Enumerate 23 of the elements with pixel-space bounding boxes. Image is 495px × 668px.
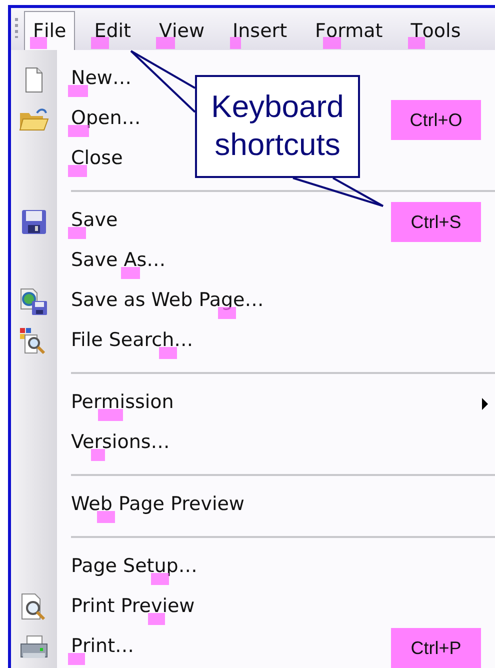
menu-item[interactable]: New… <box>68 66 134 98</box>
menu-bar-item[interactable]: View <box>150 11 214 50</box>
menu-item[interactable]: Close <box>68 146 126 178</box>
menu-item[interactable]: Versions… <box>68 430 173 462</box>
menu-item[interactable]: Print Preview <box>68 594 198 626</box>
menu-bar-item[interactable]: File <box>24 11 76 50</box>
menu-item[interactable]: Save <box>68 208 121 240</box>
menu-item[interactable]: Permission <box>68 390 177 422</box>
menu-item[interactable]: Save As… <box>68 248 169 280</box>
shortcut-label: Ctrl+P <box>391 628 481 668</box>
menu-item[interactable]: Page Setup… <box>68 554 200 586</box>
menu-item[interactable]: Web Page Preview <box>68 492 248 524</box>
callout-box: Keyboard shortcuts <box>195 75 360 178</box>
menu-item[interactable]: File Search… <box>68 328 196 360</box>
menu-item[interactable]: Save as Web Page… <box>68 288 267 320</box>
menu-bar-item[interactable]: Tools <box>402 11 470 50</box>
menu-bar-item[interactable]: Edit <box>85 11 140 50</box>
menu-bar-item[interactable]: Format <box>306 11 392 50</box>
menu-item[interactable]: Print… <box>68 634 138 666</box>
shortcut-label: Ctrl+S <box>391 202 481 242</box>
shortcut-label: Ctrl+O <box>391 100 481 140</box>
menu-item[interactable]: Open… <box>68 106 144 138</box>
menu-bar-item[interactable]: Insert <box>224 11 296 50</box>
